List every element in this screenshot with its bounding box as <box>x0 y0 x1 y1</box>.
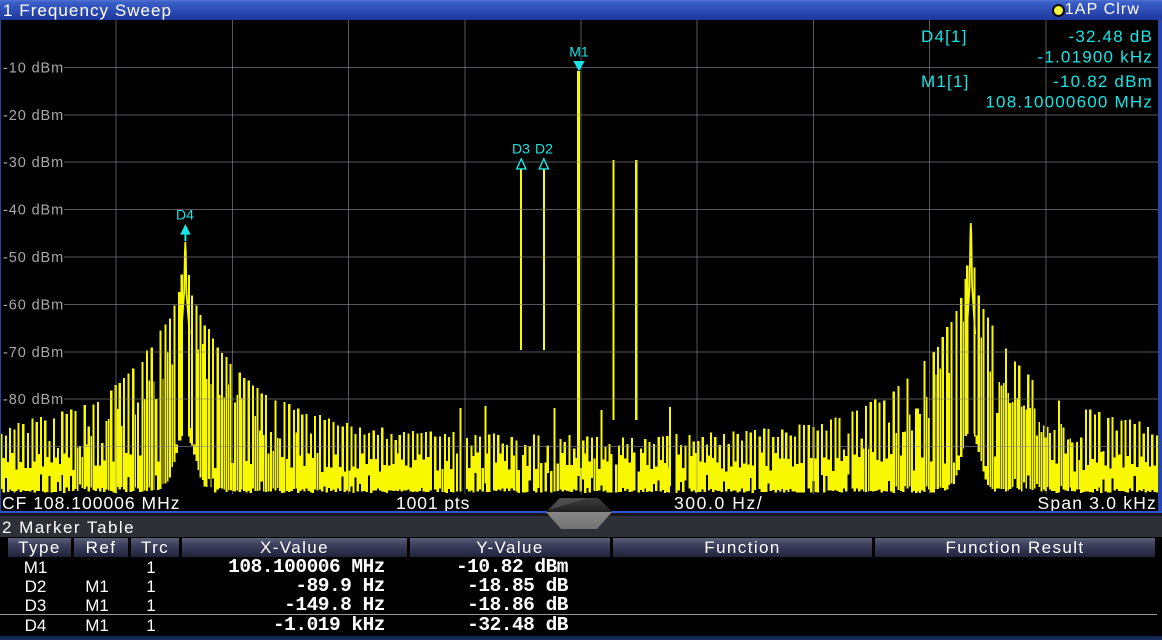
svg-text:-10 dBm: -10 dBm <box>3 60 64 76</box>
svg-text:D4[1]: D4[1] <box>921 27 968 46</box>
svg-text:D2: D2 <box>535 141 553 157</box>
svg-text:M1[1]: M1[1] <box>921 72 970 91</box>
svg-text:-80 dBm: -80 dBm <box>3 392 64 408</box>
svg-text:-40 dBm: -40 dBm <box>3 203 64 219</box>
svg-text:-10.82 dBm: -10.82 dBm <box>1053 72 1153 91</box>
svg-text:-20 dBm: -20 dBm <box>3 108 64 124</box>
svg-text:108.10000600 MHz: 108.10000600 MHz <box>985 93 1153 112</box>
svg-text:D4: D4 <box>176 207 194 223</box>
svg-text:-70 dBm: -70 dBm <box>3 345 64 361</box>
svg-text:-1.01900 kHz: -1.01900 kHz <box>1037 48 1153 67</box>
svg-text:-60 dBm: -60 dBm <box>3 297 64 313</box>
svg-text:M1: M1 <box>569 44 589 60</box>
svg-text:-50 dBm: -50 dBm <box>3 250 64 266</box>
svg-text:D3: D3 <box>512 141 530 157</box>
svg-text:-32.48 dB: -32.48 dB <box>1068 27 1153 46</box>
svg-text:-30 dBm: -30 dBm <box>3 155 64 171</box>
